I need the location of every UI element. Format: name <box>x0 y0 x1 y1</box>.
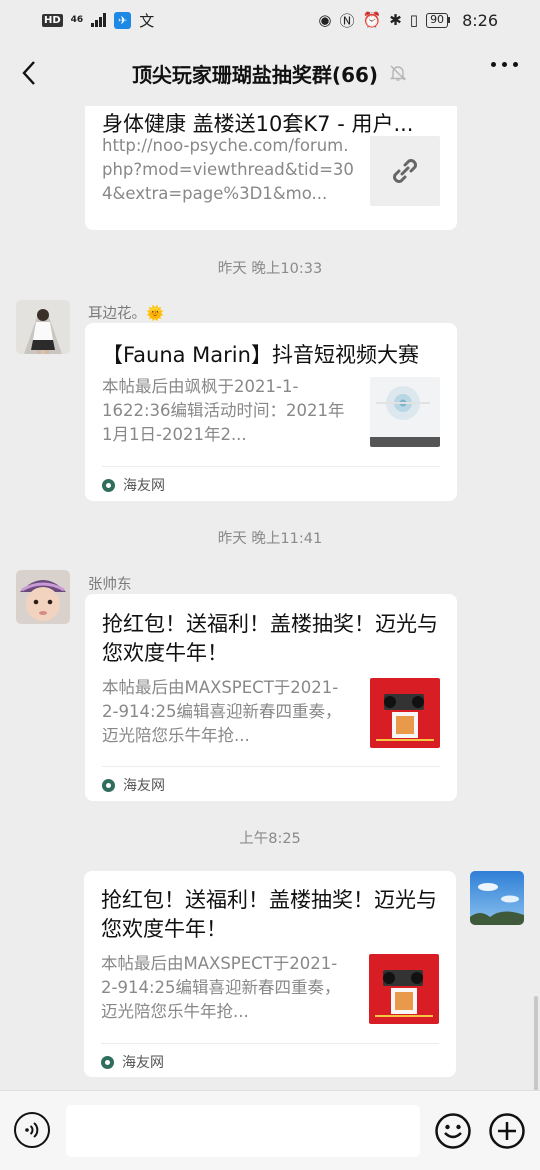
link-card[interactable]: 抢红包！送福利！盖楼抽奖！迈光与您欢度牛年！ 本帖最后由MAXSPECT于202… <box>85 594 457 801</box>
signal-icon <box>91 13 107 27</box>
clock: 8:26 <box>462 10 498 30</box>
battery-icon: 90 <box>426 12 451 28</box>
source-icon <box>102 478 115 492</box>
red-promo-thumbnail <box>370 678 440 748</box>
voice-icon <box>25 1122 39 1138</box>
chat-title: 顶尖玩家珊瑚盐抽奖群(66) <box>131 62 379 87</box>
mute-bell-icon <box>389 65 407 81</box>
voice-button[interactable] <box>14 1112 50 1148</box>
card-title: 【Fauna Marin】抖音短视频大赛 <box>102 343 419 367</box>
card-desc: http://noo-psyche.com/forum.php?mod=view… <box>102 136 354 203</box>
video-thumbnail <box>370 377 440 447</box>
avatar-self[interactable] <box>470 871 524 925</box>
link-card[interactable]: 身体健康 盖楼送10套K7 - 用户... http://noo-psyche.… <box>85 106 457 230</box>
plus-icon <box>489 1113 525 1149</box>
hd-icon: HD <box>42 13 63 27</box>
status-right: ◉ Ⓝ ⏰ ✱ ▯ 90 8:26 <box>318 10 498 31</box>
timestamp: 昨天 晚上11:41 <box>217 531 323 547</box>
status-left: HD 46 ✈ 文 <box>42 10 154 31</box>
more-functions-button[interactable] <box>488 1112 526 1150</box>
alarm-icon: ⏰ <box>362 11 382 29</box>
card-divider <box>101 1043 439 1044</box>
card-source: 海友网 <box>101 1052 164 1072</box>
status-bar: HD 46 ✈ 文 ◉ Ⓝ ⏰ ✱ ▯ 90 8:26 <box>0 0 540 40</box>
message-input[interactable] <box>66 1105 420 1157</box>
card-title: 抢红包！送福利！盖楼抽奖！迈光与您欢度牛年！ <box>101 888 437 941</box>
translate-icon: 文 <box>139 11 155 30</box>
link-thumbnail <box>370 136 440 206</box>
app-notification-icon: ✈ <box>114 11 132 29</box>
source-name: 海友网 <box>122 1055 164 1071</box>
bluetooth-icon: ✱ <box>389 11 402 29</box>
red-promo-thumbnail <box>369 954 439 1024</box>
chat-area[interactable]: 身体健康 盖楼送10套K7 - 用户... http://noo-psyche.… <box>0 106 540 1090</box>
scrollbar[interactable] <box>534 996 538 1090</box>
card-desc: 本帖最后由飒枫于2021-1-1622:36编辑活动时间：2021年1月1日-2… <box>102 377 345 444</box>
title-wrap: 顶尖玩家珊瑚盐抽奖群(66) <box>0 40 540 106</box>
eye-icon: ◉ <box>318 11 332 29</box>
sender-name: 耳边花。🌞 <box>88 306 165 322</box>
emoji-button[interactable] <box>434 1112 472 1150</box>
card-source: 海友网 <box>102 775 165 795</box>
card-source: 海友网 <box>102 475 165 495</box>
source-name: 海友网 <box>123 478 165 494</box>
sender-name: 张帅东 <box>88 577 132 593</box>
timestamp: 上午8:25 <box>239 831 301 847</box>
card-desc: 本帖最后由MAXSPECT于2021-2-914:25编辑喜迎新春四重奏，迈光陪… <box>101 954 341 1021</box>
link-card-self[interactable]: 抢红包！送福利！盖楼抽奖！迈光与您欢度牛年！ 本帖最后由MAXSPECT于202… <box>84 871 456 1077</box>
link-icon <box>393 159 417 183</box>
more-icon <box>491 62 496 67</box>
input-bar <box>0 1090 540 1170</box>
chat-header: 顶尖玩家珊瑚盐抽奖群(66) <box>0 40 540 106</box>
avatar[interactable] <box>16 570 70 624</box>
source-icon <box>101 1055 114 1069</box>
vibrate-icon: ▯ <box>409 11 419 29</box>
card-title: 抢红包！送福利！盖楼抽奖！迈光与您欢度牛年！ <box>102 612 438 665</box>
network-type: 46 <box>70 14 84 25</box>
card-desc: 本帖最后由MAXSPECT于2021-2-914:25编辑喜迎新春四重奏，迈光陪… <box>102 678 342 745</box>
source-icon <box>102 778 115 792</box>
card-divider <box>102 766 440 767</box>
nfc-icon: Ⓝ <box>339 11 355 30</box>
card-divider <box>102 466 440 467</box>
link-card[interactable]: 【Fauna Marin】抖音短视频大赛 本帖最后由飒枫于2021-1-1622… <box>85 323 457 501</box>
source-name: 海友网 <box>123 778 165 794</box>
avatar[interactable] <box>16 300 70 354</box>
timestamp: 昨天 晚上10:33 <box>217 261 323 277</box>
more-button[interactable] <box>491 62 518 67</box>
emoji-icon <box>435 1113 471 1149</box>
